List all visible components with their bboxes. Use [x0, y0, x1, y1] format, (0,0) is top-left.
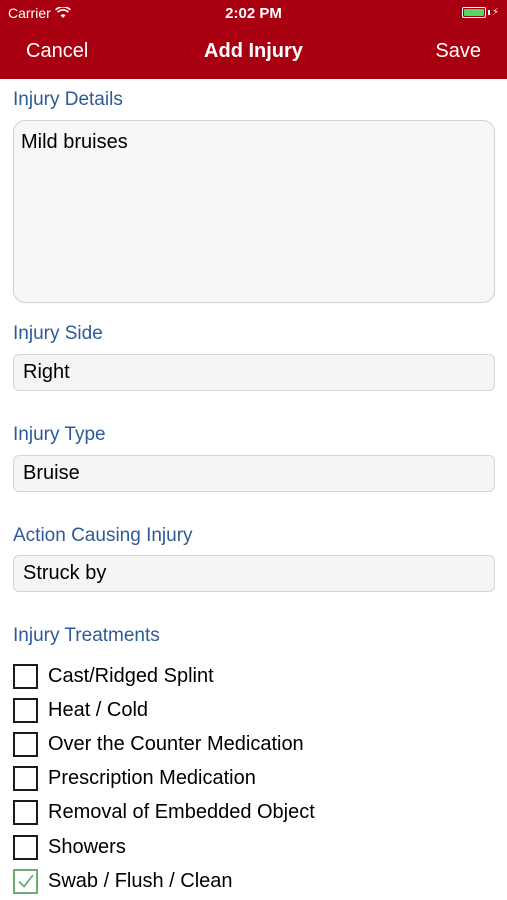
injury-type-label: Injury Type: [13, 424, 106, 445]
treatment-label: Prescription Medication: [48, 767, 256, 789]
battery-icon: ⚡: [461, 6, 499, 18]
treatment-label: Swab / Flush / Clean: [48, 870, 233, 892]
treatment-label: Cast/Ridged Splint: [48, 665, 214, 687]
checkbox[interactable]: [13, 835, 38, 860]
checkbox[interactable]: [13, 766, 38, 791]
treatment-item-showers[interactable]: Showers: [13, 834, 126, 861]
treatment-label: Showers: [48, 836, 126, 858]
treatment-label: Over the Counter Medication: [48, 733, 304, 755]
checkmark-icon: [18, 874, 34, 888]
charging-bolt-icon: ⚡: [491, 6, 499, 18]
treatment-item-cast-splint[interactable]: Cast/Ridged Splint: [13, 663, 214, 690]
header: Carrier 2:02 PM ⚡ Cancel Add Injury Save: [0, 0, 507, 79]
checkbox[interactable]: [13, 732, 38, 757]
treatment-label: Removal of Embedded Object: [48, 801, 315, 823]
injury-treatments-label: Injury Treatments: [13, 625, 160, 646]
treatment-item-otc-medication[interactable]: Over the Counter Medication: [13, 731, 304, 758]
save-button[interactable]: Save: [435, 40, 481, 63]
treatment-item-swab-flush-clean[interactable]: Swab / Flush / Clean: [13, 868, 233, 895]
checkbox[interactable]: [13, 664, 38, 689]
action-causing-injury-field[interactable]: Struck by: [13, 555, 495, 592]
injury-type-field[interactable]: Bruise: [13, 455, 495, 492]
injury-side-label: Injury Side: [13, 323, 103, 344]
nav-bar: Cancel Add Injury Save: [0, 28, 507, 79]
injury-side-field[interactable]: Right: [13, 354, 495, 391]
status-bar: Carrier 2:02 PM ⚡: [0, 0, 507, 28]
injury-details-textarea[interactable]: Mild bruises: [13, 120, 495, 303]
checkbox-checked[interactable]: [13, 869, 38, 894]
checkbox[interactable]: [13, 698, 38, 723]
treatment-item-removal-embedded-object[interactable]: Removal of Embedded Object: [13, 799, 315, 826]
action-causing-injury-label: Action Causing Injury: [13, 525, 193, 546]
treatment-item-heat-cold[interactable]: Heat / Cold: [13, 697, 148, 724]
status-time: 2:02 PM: [225, 5, 282, 22]
treatment-label: Heat / Cold: [48, 699, 149, 721]
page-title: Add Injury: [204, 40, 303, 62]
injury-details-label: Injury Details: [13, 89, 123, 110]
checkbox[interactable]: [13, 800, 38, 825]
treatment-item-prescription-medication[interactable]: Prescription Medication: [13, 765, 256, 792]
